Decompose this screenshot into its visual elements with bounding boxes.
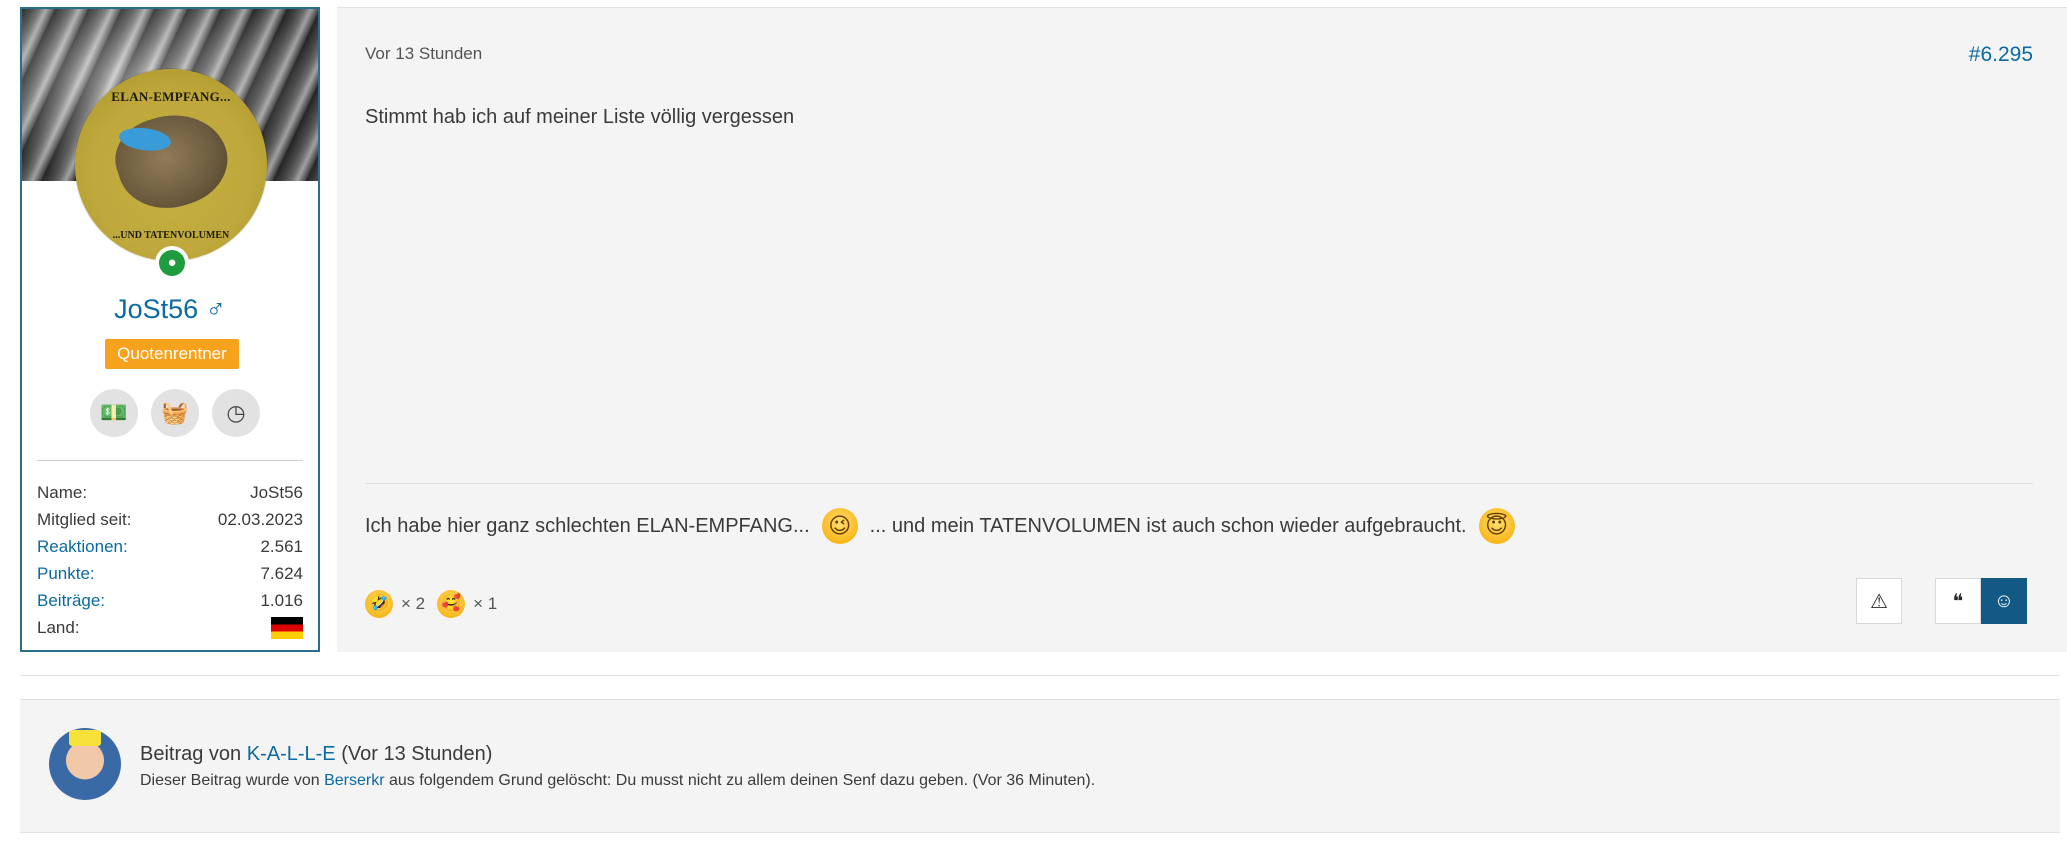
quote-button[interactable]: ❝ (1935, 578, 1981, 624)
stat-value: 02.03.2023 (217, 510, 303, 529)
basket-icon[interactable]: 🧺 (151, 389, 199, 437)
signature: Ich habe hier ganz schlechten ELAN-EMPFA… (365, 508, 1527, 544)
stat-value: JoSt56 (250, 483, 303, 502)
deleted-post-prefix: Beitrag von (140, 743, 242, 765)
post-date[interactable]: Vor 13 Stunden (365, 44, 482, 64)
signature-text-1: Ich habe hier ganz schlechten ELAN-EMPFA… (365, 514, 810, 537)
money-icon[interactable]: 💵 (90, 389, 138, 437)
stat-link-points[interactable]: Punkte: (37, 560, 95, 587)
avatar-image (105, 100, 239, 222)
quote-icon: ❝ (1952, 590, 1964, 613)
report-button[interactable]: ⚠ (1856, 578, 1902, 624)
username-text[interactable]: JoSt56 (114, 294, 198, 324)
reason-prefix: Dieser Beitrag wurde von (140, 772, 320, 789)
avatar-top-text: ELAN-EMPFANG... (111, 89, 231, 104)
react-button[interactable]: ☺ (1981, 578, 2027, 624)
deleted-post: Beitrag von K-A-L-L-E (Vor 13 Stunden) D… (20, 699, 2060, 833)
moderator-link[interactable]: Berserkr (324, 772, 384, 789)
male-icon: ♂ (205, 294, 226, 324)
stat-link-reactions[interactable]: Reaktionen: (37, 533, 128, 560)
avatar-bottom-text: ...UND TATENVOLUMEN (112, 230, 230, 241)
wink-emoji-icon: 😉 (821, 508, 858, 544)
stat-row-country: Land: (37, 614, 303, 641)
trophy-list: 💵 🧺 ◷ (90, 389, 260, 437)
stat-value: 2.561 (260, 537, 303, 556)
user-stats: Name: JoSt56 Mitglied seit: 02.03.2023 R… (37, 479, 303, 641)
stat-row-name: Name: JoSt56 (37, 479, 303, 506)
stat-row-posts: Beiträge: 1.016 (37, 587, 303, 614)
stat-label: Land: (37, 618, 80, 637)
user-title-badge: Quotenrentner (105, 339, 239, 369)
reaction-summary[interactable]: 🤣 × 2 🥰 × 1 (365, 590, 509, 618)
user-online-icon: ● (159, 250, 185, 276)
stat-row-points: Punkte: 7.624 (37, 560, 303, 587)
angel-emoji-icon: 😇 (1478, 508, 1515, 544)
stat-value: 1.016 (260, 591, 303, 610)
author-link[interactable]: K-A-L-L-E (247, 743, 336, 765)
signature-text-2: ... und mein TATENVOLUMEN ist auch schon… (869, 514, 1467, 537)
warning-icon: ⚠ (1870, 590, 1888, 613)
deleted-post-title: Beitrag von K-A-L-L-E (Vor 13 Stunden) (140, 743, 492, 766)
stat-row-member-since: Mitglied seit: 02.03.2023 (37, 506, 303, 533)
reason-suffix: aus folgendem Grund gelöscht: Du musst n… (389, 772, 1096, 789)
germany-flag-icon (271, 617, 303, 639)
divider (37, 460, 303, 461)
post-number[interactable]: #6.295 (1969, 43, 2033, 67)
stat-value: 7.624 (260, 564, 303, 583)
reaction-count: × 2 (401, 594, 426, 613)
deleted-post-time: (Vor 13 Stunden) (341, 743, 493, 765)
author-avatar[interactable] (49, 728, 121, 800)
love-emoji-icon: 🥰 (437, 590, 466, 618)
laughing-emoji-icon: 🤣 (365, 590, 393, 618)
avatar[interactable]: ELAN-EMPFANG... ...UND TATENVOLUMEN (75, 69, 267, 261)
stat-row-reactions: Reaktionen: 2.561 (37, 533, 303, 560)
post: Vor 13 Stunden #6.295 Stimmt hab ich auf… (337, 7, 2067, 652)
online-status-badge: ● (155, 246, 189, 280)
signature-divider (365, 483, 2033, 484)
smile-icon: ☺ (1993, 589, 2015, 612)
user-card: ELAN-EMPFANG... ...UND TATENVOLUMEN ● Jo… (20, 7, 320, 652)
stat-label: Name: (37, 483, 88, 502)
stat-link-posts[interactable]: Beiträge: (37, 587, 105, 614)
reaction-count: × 1 (473, 594, 498, 613)
deletion-reason: Dieser Beitrag wurde von Berserkr aus fo… (140, 772, 1095, 790)
separator (20, 675, 2060, 676)
clock-icon[interactable]: ◷ (212, 389, 260, 437)
post-body: Stimmt hab ich auf meiner Liste völlig v… (365, 106, 795, 128)
username[interactable]: JoSt56 ♂ (22, 294, 318, 325)
stat-label: Mitglied seit: (37, 510, 132, 529)
